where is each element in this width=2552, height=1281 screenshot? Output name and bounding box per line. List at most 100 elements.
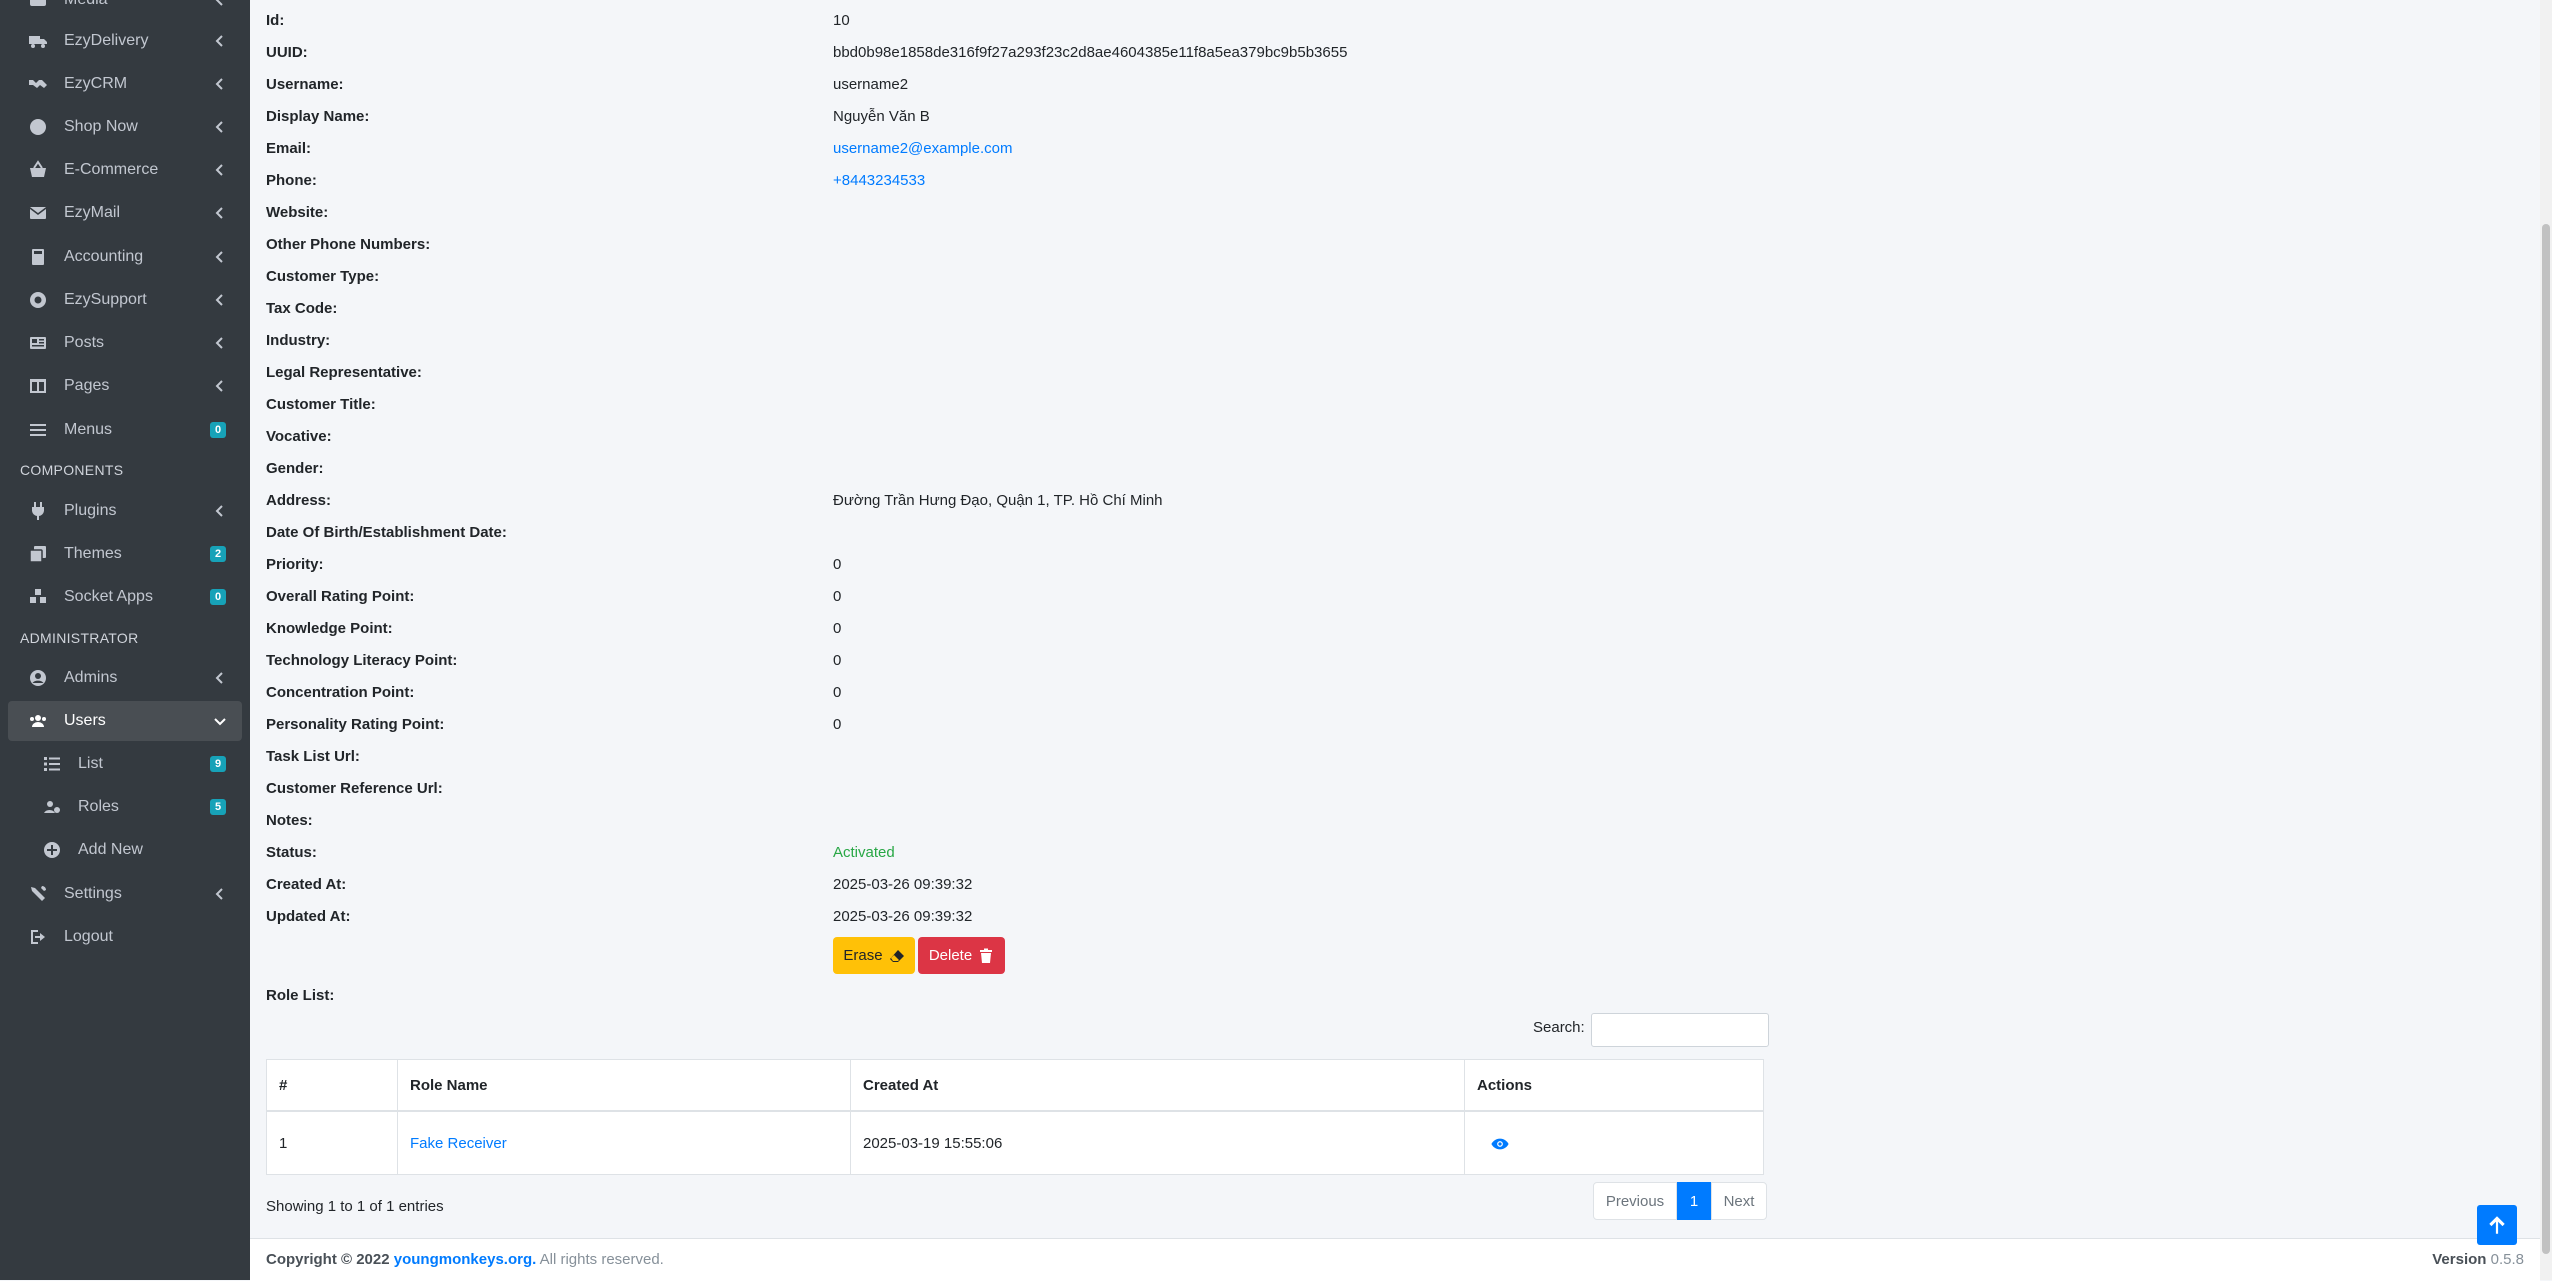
sidebar-item-label: EzySupport xyxy=(64,291,147,308)
eye-icon[interactable] xyxy=(1491,1137,1509,1151)
chevron-left-icon xyxy=(215,380,223,392)
page-scrollbar[interactable] xyxy=(2540,0,2552,1280)
sidebar-item-users-roles[interactable]: Roles 5 xyxy=(8,787,242,827)
phone-link[interactable]: +8443234533 xyxy=(833,172,925,189)
role-name-link[interactable]: Fake Receiver xyxy=(397,1110,851,1175)
sidebar-item-label: Plugins xyxy=(64,502,117,519)
list-icon xyxy=(40,754,64,774)
detail-label: Created At: xyxy=(266,876,347,893)
sidebar-item-label: Add New xyxy=(78,841,143,858)
column-header-role-name[interactable]: Role Name xyxy=(397,1059,851,1112)
column-header-created-at[interactable]: Created At xyxy=(850,1059,1465,1112)
chevron-left-icon xyxy=(215,337,223,349)
entries-info: Showing 1 to 1 of 1 entries xyxy=(266,1198,444,1215)
detail-label: Phone: xyxy=(266,172,317,189)
envelope-icon xyxy=(26,203,50,223)
arrow-up-icon xyxy=(2489,1216,2505,1234)
pagination-next[interactable]: Next xyxy=(1711,1182,1767,1220)
sidebar-item-label: List xyxy=(78,755,103,772)
detail-value: 0 xyxy=(833,588,842,605)
detail-label: Customer Reference Url: xyxy=(266,780,443,797)
role-list-title: Role List: xyxy=(266,987,335,1004)
sidebar-item-accounting[interactable]: Accounting xyxy=(8,237,242,277)
sidebar-item-label: Themes xyxy=(64,545,122,562)
detail-label: Overall Rating Point: xyxy=(266,588,415,605)
detail-label: UUID: xyxy=(266,44,308,61)
detail-label: Email: xyxy=(266,140,312,157)
detail-value: 0 xyxy=(833,716,842,733)
sidebar-item-users-list[interactable]: List 9 xyxy=(8,744,242,784)
detail-label: Date Of Birth/Establishment Date: xyxy=(266,524,507,541)
column-header-actions: Actions xyxy=(1464,1059,1764,1112)
cubes-icon xyxy=(26,587,50,607)
detail-label: Priority: xyxy=(266,556,324,573)
sidebar-item-label: Accounting xyxy=(64,248,144,265)
sidebar-item-ezycrm[interactable]: EzyCRM xyxy=(8,64,242,104)
sidebar-item-ezymail[interactable]: EzyMail xyxy=(8,193,242,233)
count-badge: 0 xyxy=(210,422,226,438)
columns-icon xyxy=(26,376,50,396)
detail-value: 0 xyxy=(833,684,842,701)
detail-label: Username: xyxy=(266,76,344,93)
table-row: 1 Fake Receiver 2025-03-19 15:55:06 xyxy=(266,1110,1764,1175)
table-header-row: # Role Name Created At Actions xyxy=(266,1059,1764,1112)
sidebar-item-plugins[interactable]: Plugins xyxy=(8,491,242,531)
sidebar-item-ezysupport[interactable]: EzySupport xyxy=(8,280,242,320)
detail-value: username2 xyxy=(833,76,909,93)
detail-label: Knowledge Point: xyxy=(266,620,393,637)
sidebar-item-shop-now[interactable]: Shop Now xyxy=(8,107,242,147)
detail-label: Website: xyxy=(266,204,329,221)
detail-value: Nguyễn Văn B xyxy=(833,108,930,125)
sidebar-item-logout[interactable]: Logout xyxy=(8,917,242,957)
sidebar-item-label: Admins xyxy=(64,669,118,686)
chevron-left-icon xyxy=(215,164,223,176)
sidebar-item-label: Media xyxy=(64,0,214,9)
handshake-icon xyxy=(26,74,50,94)
chevron-left-icon xyxy=(215,505,223,517)
email-link[interactable]: username2@example.com xyxy=(833,140,1012,157)
calculator-icon xyxy=(26,247,50,267)
detail-label: Status: xyxy=(266,844,317,861)
sidebar-item-media[interactable]: Media xyxy=(8,0,242,20)
pagination-page-1[interactable]: 1 xyxy=(1677,1182,1711,1220)
sidebar-item-users-add-new[interactable]: Add New xyxy=(8,830,242,870)
count-badge: 9 xyxy=(210,756,226,772)
sidebar-item-themes[interactable]: Themes 2 xyxy=(8,534,242,574)
sidebar-item-posts[interactable]: Posts xyxy=(8,323,242,363)
site-link[interactable]: youngmonkeys.org. xyxy=(394,1251,537,1268)
cell-number: 1 xyxy=(266,1110,398,1175)
sidebar-item-settings[interactable]: Settings xyxy=(8,874,242,914)
sidebar-item-ezydelivery[interactable]: EzyDelivery xyxy=(8,21,242,61)
sidebar-item-socket-apps[interactable]: Socket Apps 0 xyxy=(8,577,242,617)
erase-button[interactable]: Erase xyxy=(833,937,915,974)
sidebar-item-pages[interactable]: Pages xyxy=(8,366,242,406)
detail-label: Other Phone Numbers: xyxy=(266,236,431,253)
search-label: Search: xyxy=(1533,1019,1585,1036)
sidebar-item-menus[interactable]: Menus 0 xyxy=(8,410,242,450)
sidebar-item-label: EzyCRM xyxy=(64,75,128,92)
detail-value: 10 xyxy=(833,12,850,29)
life-ring-icon xyxy=(26,290,50,310)
sidebar-item-admins[interactable]: Admins xyxy=(8,658,242,698)
detail-value: bbd0b98e1858de316f9f27a293f23c2d8ae46043… xyxy=(833,44,1348,61)
scrollbar-thumb[interactable] xyxy=(2542,224,2550,1254)
sidebar-item-label: EzyMail xyxy=(64,204,121,221)
sidebar-item-label: E-Commerce xyxy=(64,161,159,178)
detail-label: Personality Rating Point: xyxy=(266,716,445,733)
search-input[interactable] xyxy=(1591,1013,1769,1047)
sidebar-item-label: Logout xyxy=(64,928,113,945)
detail-value: 2025-03-26 09:39:32 xyxy=(833,908,973,925)
pagination-previous[interactable]: Previous xyxy=(1593,1182,1677,1220)
sidebar-item-label: Settings xyxy=(64,885,122,902)
delete-button[interactable]: Delete xyxy=(918,937,1005,974)
sidebar-item-label: Roles xyxy=(78,798,119,815)
count-badge: 0 xyxy=(210,589,226,605)
column-header-number[interactable]: # xyxy=(266,1059,398,1112)
sidebar-item-label: Menus xyxy=(64,421,113,438)
newspaper-icon xyxy=(26,333,50,353)
back-to-top-button[interactable] xyxy=(2477,1205,2517,1245)
sidebar-item-users[interactable]: Users xyxy=(8,701,242,741)
sidebar-header-administrator: ADMINISTRATOR xyxy=(20,630,139,646)
sidebar-item-ecommerce[interactable]: E-Commerce xyxy=(8,150,242,190)
detail-value: 2025-03-26 09:39:32 xyxy=(833,876,973,893)
